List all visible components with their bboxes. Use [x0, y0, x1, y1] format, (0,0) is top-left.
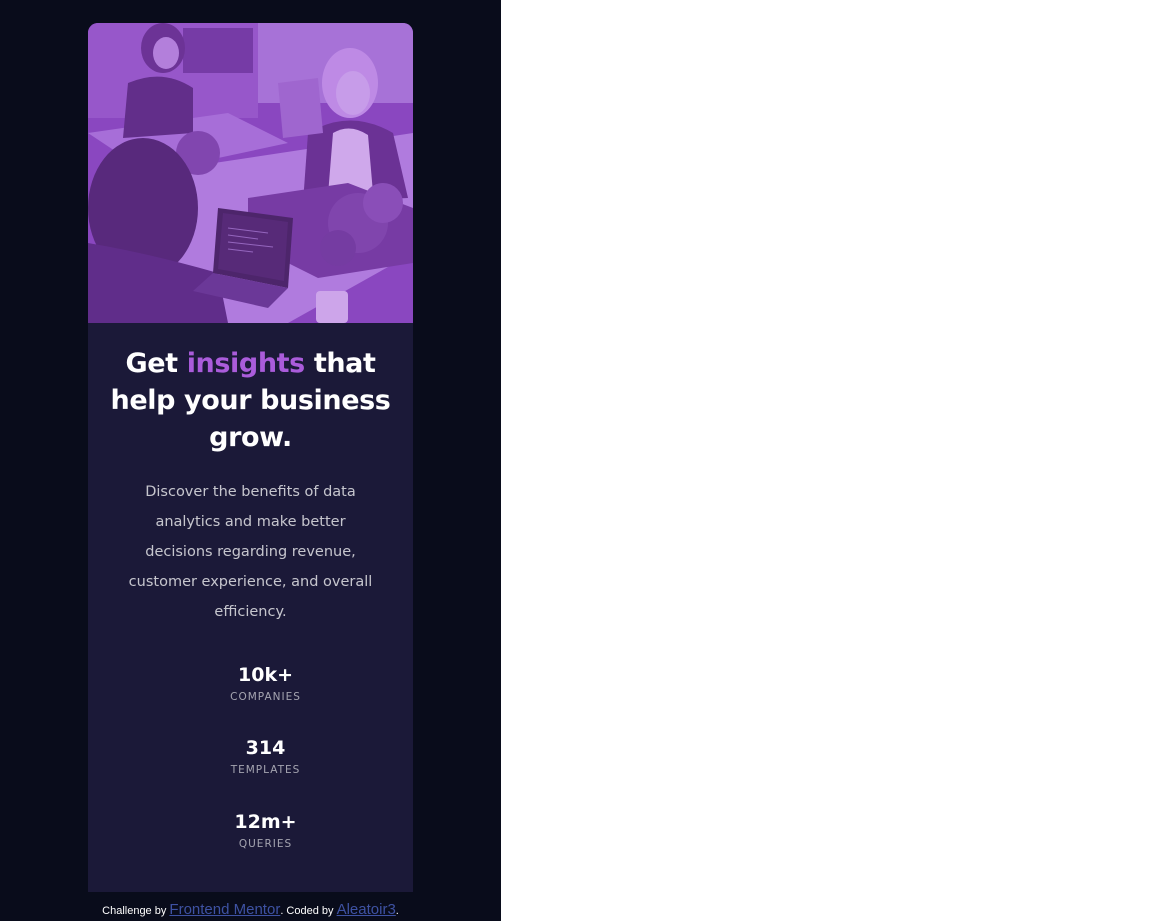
headline-before: Get: [125, 348, 187, 379]
attribution-suffix: .: [395, 905, 399, 917]
attribution: Challenge by Frontend Mentor. Coded by A…: [0, 899, 501, 922]
frontend-mentor-link[interactable]: Frontend Mentor: [169, 901, 280, 918]
stat-queries: 12m+ QUERIES: [178, 810, 353, 851]
stat-value: 314: [245, 737, 286, 759]
headline: Get insights that help your business gro…: [100, 345, 401, 456]
stat-value: 12m+: [234, 811, 297, 833]
hero-image: [88, 23, 413, 323]
stats-preview-card: Get insights that help your business gro…: [88, 23, 413, 892]
headline-accent: insights: [186, 348, 306, 379]
stat-label: QUERIES: [238, 838, 293, 850]
description: Discover the benefits of data analytics …: [128, 484, 373, 620]
author-link[interactable]: Aleatoir3: [337, 901, 396, 918]
attribution-middle: . Coded by: [280, 905, 337, 917]
page-background: Get insights that help your business gro…: [0, 0, 501, 921]
stat-label: COMPANIES: [230, 691, 301, 703]
stat-companies: 10k+ COMPANIES: [178, 663, 353, 704]
office-photo-icon: [88, 23, 413, 323]
stat-templates: 314 TEMPLATES: [178, 736, 353, 777]
stat-label: TEMPLATES: [230, 764, 301, 776]
stat-value: 10k+: [238, 664, 293, 686]
card-content: Get insights that help your business gro…: [88, 323, 413, 892]
attribution-prefix: Challenge by: [102, 905, 170, 917]
